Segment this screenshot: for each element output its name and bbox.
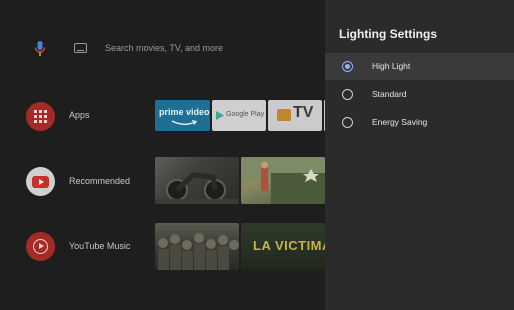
app-tile-prime-video[interactable]: prime video	[155, 100, 210, 131]
video-thumbnail[interactable]	[155, 157, 239, 204]
radio-selected-icon[interactable]	[342, 61, 353, 72]
option-energy-saving[interactable]: Energy Saving	[325, 109, 514, 136]
apps-icon[interactable]	[26, 102, 55, 131]
youtube-logo-icon	[32, 175, 49, 188]
smile-arrow-icon	[171, 120, 197, 125]
music-title-text: LA VICTIMA	[253, 238, 325, 253]
motorcycle-image	[155, 172, 239, 204]
app-tile-google-play[interactable]: Google Play	[212, 100, 266, 131]
tv-logo-icon	[277, 109, 291, 121]
outdoor-scene-image	[241, 157, 325, 204]
option-label: High Light	[372, 61, 411, 71]
option-high-light[interactable]: High Light	[325, 53, 514, 80]
radio-icon[interactable]	[342, 89, 353, 100]
app-tile-tv[interactable]: TV	[268, 100, 322, 131]
music-thumbnail[interactable]	[155, 223, 239, 270]
row-label-apps: Apps	[69, 110, 90, 120]
grid-icon	[34, 110, 47, 123]
row-label-youtube-music: YouTube Music	[69, 241, 131, 251]
youtube-music-icon[interactable]	[26, 232, 55, 261]
option-label: Energy Saving	[372, 117, 428, 127]
video-thumbnail[interactable]	[241, 157, 325, 204]
music-thumbnail[interactable]: LA VICTIMA	[241, 223, 325, 270]
radio-icon[interactable]	[342, 117, 353, 128]
microphone-icon[interactable]	[33, 40, 47, 58]
row-label-recommended: Recommended	[69, 176, 131, 186]
youtube-icon[interactable]	[26, 167, 55, 196]
panel-title: Lighting Settings	[339, 27, 437, 41]
option-standard[interactable]: Standard	[325, 81, 514, 108]
search-input[interactable]: Search movies, TV, and more	[105, 43, 223, 53]
keyboard-icon[interactable]	[74, 43, 87, 53]
play-store-icon	[216, 111, 224, 120]
home-screen: Search movies, TV, and more Apps prime v…	[0, 0, 325, 310]
music-play-icon	[33, 239, 48, 254]
option-label: Standard	[372, 89, 407, 99]
crowd-image	[158, 233, 239, 270]
lighting-settings-panel: Lighting Settings High Light Standard En…	[325, 0, 514, 310]
